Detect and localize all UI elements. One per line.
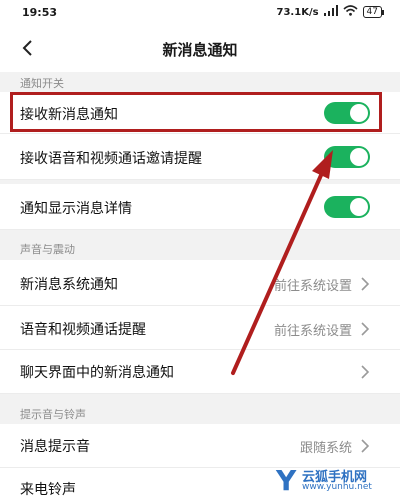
annotation-arrow-icon — [231, 150, 333, 375]
watermark-url: www.yunhu.net — [302, 482, 372, 492]
watermark-letter: Y — [276, 464, 297, 497]
watermark-logo: Y 云狐手机网 www.yunhu.net — [276, 464, 392, 497]
